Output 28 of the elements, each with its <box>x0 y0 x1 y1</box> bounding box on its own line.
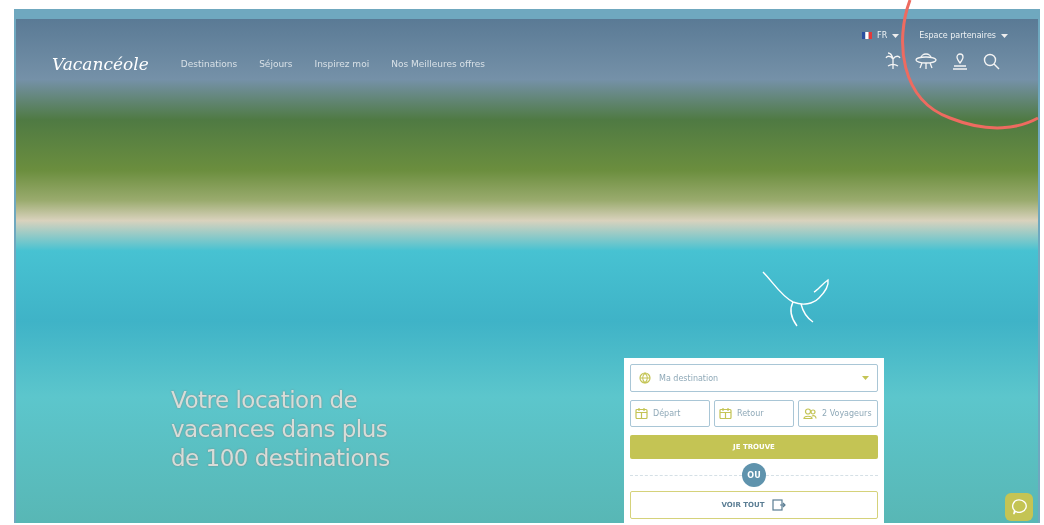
travellers-field[interactable]: 2 Voyageurs <box>798 400 878 427</box>
people-icon <box>803 408 817 419</box>
calendar-icon <box>635 408 648 419</box>
nav-link[interactable]: Séjours <box>259 59 293 69</box>
chat-bubble-icon <box>1011 498 1027 516</box>
palm-tree-icon[interactable] <box>885 52 901 70</box>
nav-link[interactable]: Nos Meilleures offres <box>391 59 485 69</box>
caret-icon <box>892 33 900 38</box>
nav-link[interactable]: Destinations <box>180 59 238 69</box>
destination-select[interactable]: Ma destination <box>630 364 878 392</box>
or-separator: OU <box>742 463 766 487</box>
partner-menu[interactable]: Espace partenaires <box>919 31 1008 40</box>
hero-headline: Votre location de vacances dans plus de 100 destinations <box>171 386 391 473</box>
caret-icon <box>1001 33 1008 38</box>
destination-placeholder: Ma destination <box>659 373 720 383</box>
calendar-icon <box>719 408 732 419</box>
return-field[interactable]: Retour <box>714 400 794 427</box>
departure-field[interactable]: Départ <box>630 400 710 427</box>
chevron-down-icon <box>862 376 869 380</box>
flag-icon <box>862 32 873 39</box>
nav-link[interactable]: Inspirez moi <box>314 59 370 69</box>
globe-icon <box>639 372 651 384</box>
search-icon[interactable] <box>983 52 1000 70</box>
language-selector[interactable]: FR <box>862 31 900 40</box>
ufo-icon[interactable] <box>915 52 937 70</box>
location-pin-icon[interactable] <box>951 52 969 70</box>
chat-button[interactable] <box>1005 493 1033 521</box>
site-logo[interactable]: Vacancéole <box>52 54 149 74</box>
